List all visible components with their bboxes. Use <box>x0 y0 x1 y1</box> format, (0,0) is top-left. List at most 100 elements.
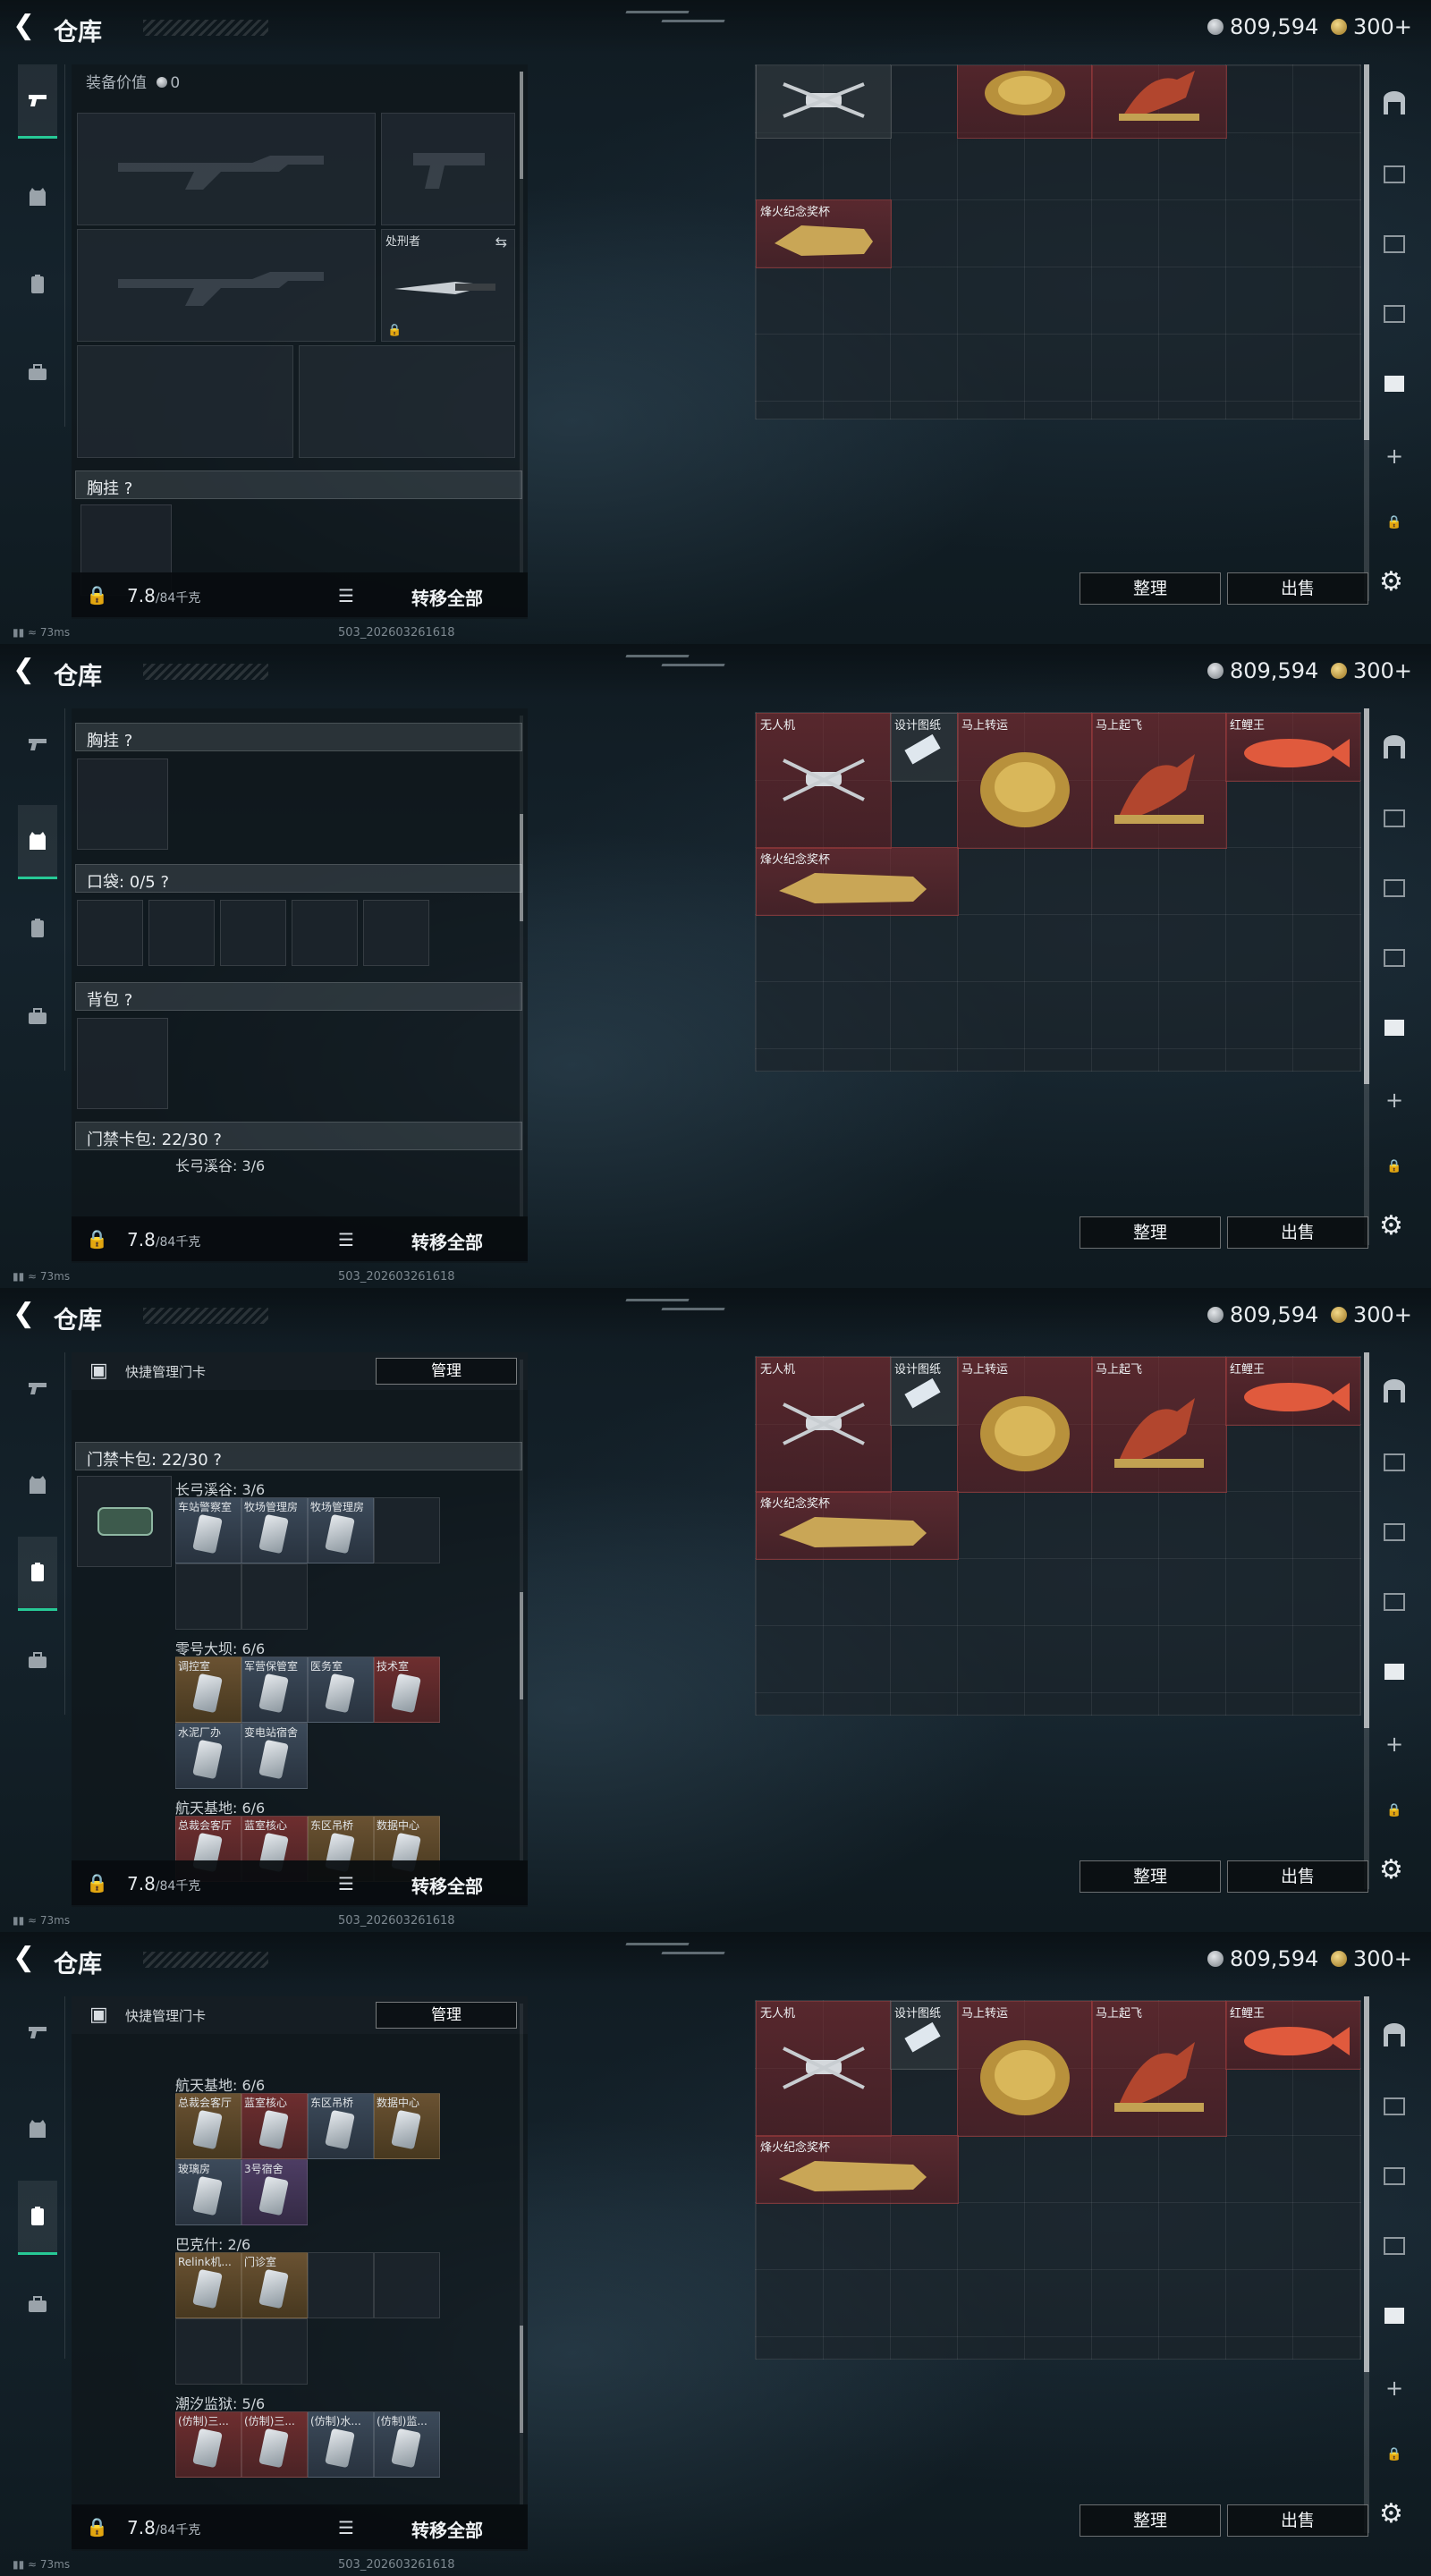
lock-icon[interactable]: 🔒 <box>86 584 108 606</box>
primary-weapon-slot[interactable] <box>77 113 376 225</box>
lock-icon[interactable]: 🔒 <box>86 1228 108 1250</box>
empty-keycard-slot[interactable] <box>241 2318 308 2385</box>
storage-tab-active-icon[interactable] <box>1378 1655 1410 1687</box>
gold-currency[interactable]: 300+ <box>1331 14 1412 39</box>
stash-item-carp[interactable]: 红鲤王 <box>1225 2001 1360 2070</box>
add-icon[interactable]: + <box>1378 2372 1410 2404</box>
tab-case[interactable] <box>18 336 57 408</box>
stash-item-drone[interactable] <box>756 65 892 139</box>
storage-tab-icon[interactable] <box>1378 227 1410 259</box>
tab-armor[interactable] <box>18 1449 57 1521</box>
keycard-slot[interactable]: (仿制)监... <box>374 2411 440 2478</box>
transfer-all-button[interactable]: 转移全部 <box>411 1228 483 1254</box>
keycard-case-slot[interactable] <box>77 1476 172 1567</box>
tab-case[interactable] <box>18 980 57 1052</box>
stash-grid[interactable]: 无人机 设计图纸 马上转运 马上起飞 红鲤王 烽火纪念奖杯 <box>755 712 1361 1072</box>
keycard-slot[interactable]: 总裁会客厅 <box>175 2093 241 2159</box>
safe-box-icon[interactable] <box>1378 2020 1410 2052</box>
keycard-slot[interactable]: 技术室 <box>374 1657 440 1723</box>
sell-button[interactable]: 出售 <box>1227 1216 1368 1249</box>
left-scrollbar[interactable] <box>520 2004 523 2504</box>
storage-tab-active-icon[interactable] <box>1378 1011 1410 1043</box>
keycard-slot[interactable]: 车站警察室 <box>175 1497 241 1563</box>
tab-case[interactable] <box>18 1624 57 1696</box>
lock-icon[interactable]: 🔒 <box>86 2516 108 2538</box>
stash-item-carp[interactable]: 红鲤王 <box>1225 1357 1360 1426</box>
keycard-slot[interactable]: 门诊室 <box>241 2252 308 2318</box>
stash-item-trophy[interactable]: 烽火纪念奖杯 <box>756 2135 959 2204</box>
stash-item-horse-fortune[interactable] <box>957 65 1093 139</box>
tab-keycards[interactable] <box>18 893 57 964</box>
stash-grid[interactable]: 无人机 设计图纸 马上转运 马上起飞 红鲤王 烽火纪念奖杯 <box>755 2000 1361 2360</box>
storage-tab-icon[interactable] <box>1378 1585 1410 1617</box>
storage-tab-icon[interactable] <box>1378 157 1410 190</box>
tab-weapons[interactable] <box>18 1352 57 1424</box>
lock-icon[interactable]: 🔒 <box>1378 2438 1410 2470</box>
gear-icon[interactable]: ⚙ <box>1379 1854 1408 1885</box>
gold-currency[interactable]: 300+ <box>1331 1302 1412 1327</box>
tab-keycards[interactable] <box>18 1537 57 1611</box>
helmet-slot[interactable] <box>77 345 293 458</box>
melee-slot[interactable]: 处刑者 ⇆ 🔒 <box>381 229 515 342</box>
storage-tab-icon[interactable] <box>1378 297 1410 329</box>
storage-tab-icon[interactable] <box>1378 2089 1410 2122</box>
keycard-slot[interactable]: (仿制)三... <box>241 2411 308 2478</box>
keycard-slot[interactable]: 水泥厂办 <box>175 1723 241 1789</box>
safe-box-icon[interactable] <box>1378 1376 1410 1408</box>
stash-scrollbar[interactable] <box>1364 64 1369 601</box>
keycard-slot[interactable]: 蓝室核心 <box>241 2093 308 2159</box>
vest-slot[interactable] <box>77 758 168 850</box>
tab-case[interactable] <box>18 2268 57 2340</box>
pocket-slot[interactable] <box>363 900 429 966</box>
back-arrow-icon[interactable]: ❮ <box>13 657 43 687</box>
keycard-slot[interactable]: 牧场管理房 <box>241 1497 308 1563</box>
tab-keycards[interactable] <box>18 249 57 320</box>
empty-keycard-slot[interactable] <box>308 2252 374 2318</box>
keycard-slot[interactable]: 数据中心 <box>374 2093 440 2159</box>
sort-button[interactable]: 整理 <box>1080 1216 1221 1249</box>
list-icon[interactable]: ☰ <box>338 585 354 606</box>
keycard-slot[interactable]: 牧场管理房 <box>308 1497 374 1563</box>
stash-item-horse-fly[interactable]: 马上起飞 <box>1091 2001 1227 2137</box>
add-icon[interactable]: + <box>1378 1084 1410 1116</box>
stash-grid[interactable]: 烽火纪念奖杯 <box>755 64 1361 419</box>
stash-item-drone[interactable]: 无人机 <box>756 1357 892 1493</box>
keycard-slot[interactable]: 3号宿舍 <box>241 2159 308 2225</box>
storage-tab-icon[interactable] <box>1378 2159 1410 2191</box>
storage-tab-active-icon[interactable] <box>1378 367 1410 399</box>
left-scrollbar[interactable] <box>520 72 523 572</box>
lock-icon[interactable]: 🔒 <box>1378 1794 1410 1826</box>
stash-item-horse-fly[interactable] <box>1091 65 1227 139</box>
tab-weapons[interactable] <box>18 708 57 780</box>
stash-item-blueprint[interactable]: 设计图纸 <box>890 713 959 782</box>
manage-button[interactable]: 管理 <box>376 2002 517 2029</box>
add-icon[interactable]: + <box>1378 1728 1410 1760</box>
swap-icon[interactable]: ⇆ <box>495 233 507 250</box>
empty-keycard-slot[interactable] <box>241 1563 308 1630</box>
empty-keycard-slot[interactable] <box>175 1563 241 1630</box>
stash-item-trophy[interactable]: 烽火纪念奖杯 <box>756 199 892 268</box>
pocket-slot[interactable] <box>77 900 143 966</box>
transfer-all-button[interactable]: 转移全部 <box>411 2516 483 2542</box>
keycard-slot[interactable]: 医务室 <box>308 1657 374 1723</box>
empty-keycard-slot[interactable] <box>374 1497 440 1563</box>
storage-tab-icon[interactable] <box>1378 941 1410 973</box>
pocket-slot[interactable] <box>292 900 358 966</box>
lock-icon[interactable]: 🔒 <box>86 1872 108 1894</box>
stash-scrollbar[interactable] <box>1364 1996 1369 2533</box>
back-arrow-icon[interactable]: ❮ <box>13 1945 43 1975</box>
safe-box-icon[interactable] <box>1378 732 1410 764</box>
sell-button[interactable]: 出售 <box>1227 2504 1368 2537</box>
transfer-all-button[interactable]: 转移全部 <box>411 584 483 610</box>
storage-tab-icon[interactable] <box>1378 871 1410 903</box>
keycard-slot[interactable]: 东区吊桥 <box>308 2093 374 2159</box>
stash-scrollbar[interactable] <box>1364 708 1369 1245</box>
stash-item-carp[interactable]: 红鲤王 <box>1225 713 1360 782</box>
keycard-slot[interactable]: Relink机... <box>175 2252 241 2318</box>
stash-item-trophy[interactable]: 烽火纪念奖杯 <box>756 847 959 916</box>
pistol-slot[interactable] <box>381 113 515 225</box>
tab-weapons[interactable] <box>18 1996 57 2068</box>
stash-item-horse-fortune[interactable]: 马上转运 <box>957 1357 1093 1493</box>
left-scrollbar[interactable] <box>520 1360 523 1860</box>
stash-item-horse-fortune[interactable]: 马上转运 <box>957 2001 1093 2137</box>
